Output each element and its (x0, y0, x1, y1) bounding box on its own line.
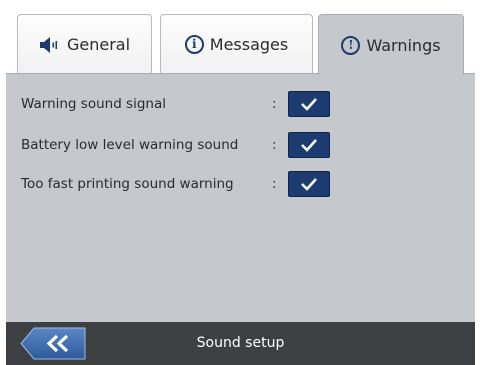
tab-strip: General i Messages ! Warnings (6, 0, 475, 75)
tab-messages-label: Messages (209, 35, 289, 54)
warning-sound-signal-checkbox[interactable] (288, 91, 330, 117)
checkmark-icon (301, 98, 317, 111)
battery-low-warning-checkbox[interactable] (288, 132, 330, 158)
checkmark-icon (301, 178, 317, 191)
tab-general[interactable]: General (17, 14, 152, 74)
tab-general-label: General (66, 35, 131, 54)
setting-separator: : (272, 137, 277, 153)
setting-label: Warning sound signal (21, 96, 166, 112)
exclamation-icon: ! (341, 35, 361, 55)
speaker-icon (39, 36, 61, 53)
info-icon: i (184, 35, 204, 54)
too-fast-printing-warning-checkbox[interactable] (288, 171, 330, 197)
setting-label: Battery low level warning sound (21, 137, 239, 153)
window: General i Messages ! Warnings Warning so… (6, 0, 475, 365)
tab-warnings-label: Warnings (366, 35, 441, 55)
settings-panel: Warning sound signal : Battery low level… (6, 74, 475, 322)
footer-bar: Sound setup (6, 322, 475, 365)
back-button[interactable] (20, 327, 86, 360)
tab-warnings[interactable]: ! Warnings (318, 14, 464, 75)
setting-separator: : (272, 96, 277, 112)
setting-separator: : (272, 176, 277, 192)
setting-label: Too fast printing sound warning (21, 176, 234, 192)
checkmark-icon (301, 139, 317, 152)
tab-messages[interactable]: i Messages (160, 14, 313, 74)
